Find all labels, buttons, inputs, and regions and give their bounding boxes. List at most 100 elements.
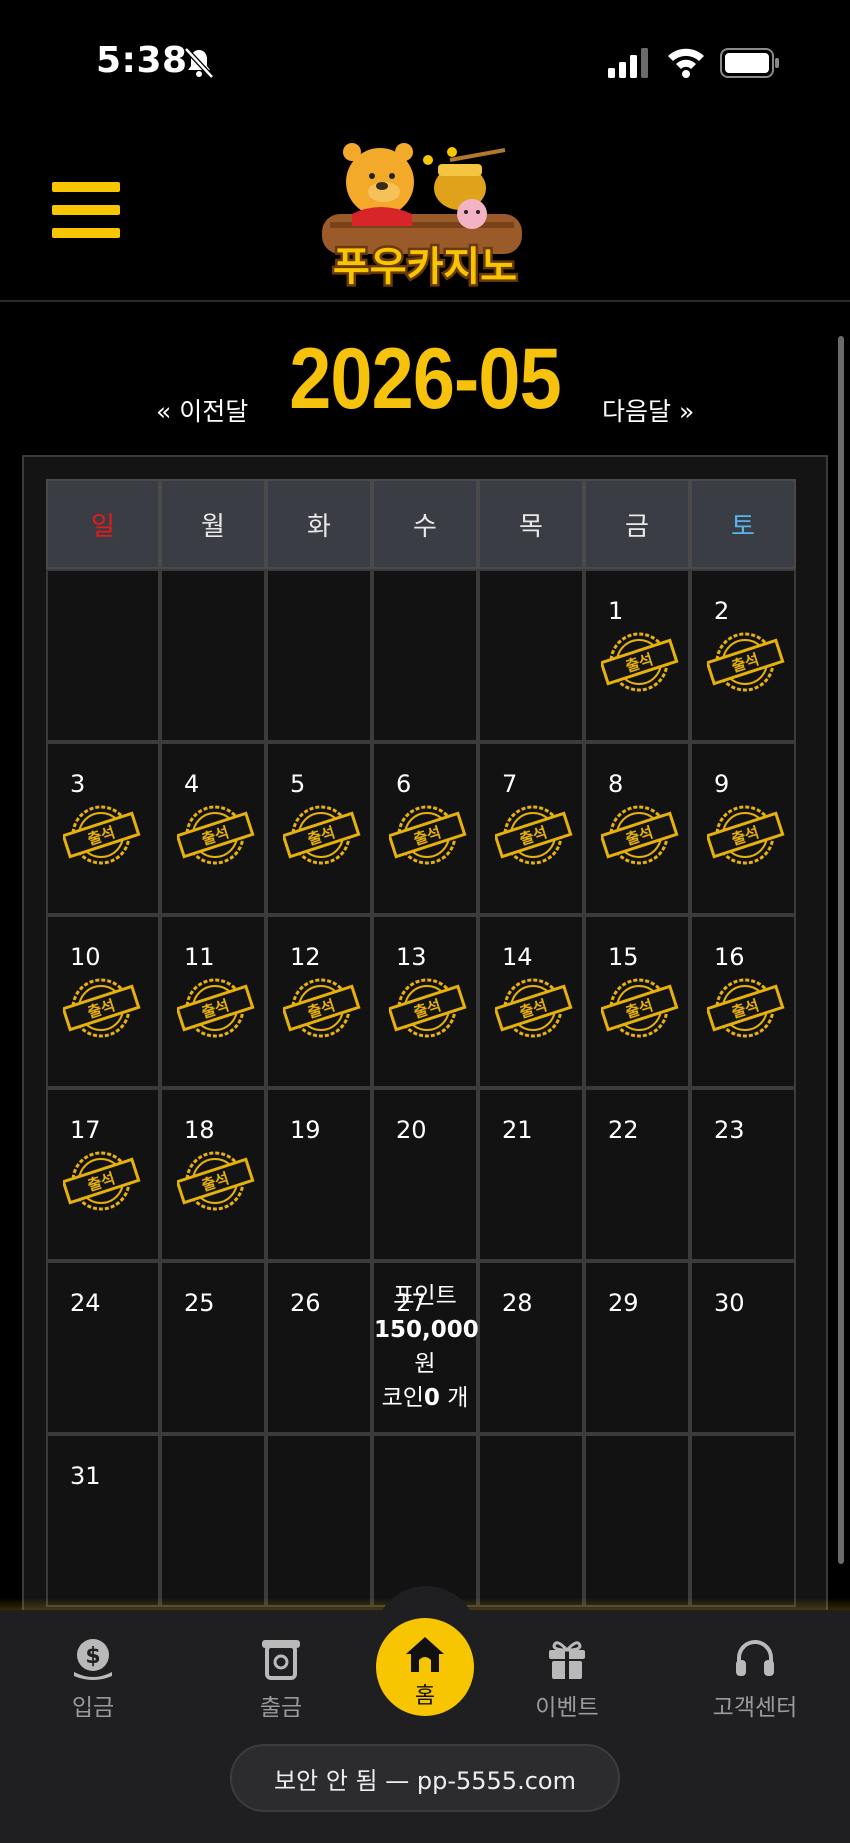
calendar-day-cell[interactable]: 27 포인트 150,000 원 코인0 개 (372, 1261, 479, 1434)
status-bar: 5:38 (0, 0, 850, 120)
calendar-grid: 일 월 화 수 목 금 토 1 출석 2 출석 3 출석 4 출석 5 출석 6 출석 7 출석 8 출석 9 출… (46, 479, 806, 1607)
calendar-week-row: 31 (46, 1434, 806, 1607)
attendance-stamp-icon: 출석 (707, 632, 785, 692)
calendar-day-cell[interactable]: 1 출석 (584, 569, 690, 742)
prev-month-link[interactable]: « 이전달 (156, 392, 248, 428)
day-number: 5 (290, 770, 306, 798)
calendar-day-cell[interactable]: 18 출석 (160, 1088, 266, 1261)
cellular-signal-icon (608, 48, 648, 78)
calendar-day-cell[interactable]: 28 (478, 1261, 584, 1434)
attendance-stamp-icon: 출석 (389, 805, 467, 865)
day-number: 8 (608, 770, 624, 798)
calendar-week-row: 3 출석 4 출석 5 출석 6 출석 7 출석 8 출석 9 출석 (46, 742, 806, 915)
calendar-day-cell[interactable]: 14 출석 (478, 915, 584, 1088)
calendar-day-cell[interactable]: 25 (160, 1261, 266, 1434)
nav-event[interactable]: 이벤트 (502, 1624, 632, 1722)
nav-deposit[interactable]: $ 입금 (28, 1624, 158, 1722)
weekday-fri: 금 (584, 479, 690, 569)
calendar-day-cell[interactable]: 8 출석 (584, 742, 690, 915)
app-header: 푸우카지노 (0, 120, 850, 302)
calendar-day-cell[interactable]: 15 출석 (584, 915, 690, 1088)
calendar-day-cell[interactable]: 4 출석 (160, 742, 266, 915)
nav-withdraw[interactable]: 출금 (216, 1624, 346, 1722)
calendar-day-cell[interactable]: 16 출석 (690, 915, 796, 1088)
day-number: 7 (502, 770, 518, 798)
calendar-day-cell[interactable]: 3 출석 (46, 742, 160, 915)
calendar-empty-cell (46, 569, 160, 742)
attendance-stamp-icon: 출석 (283, 805, 361, 865)
day-number: 31 (70, 1462, 101, 1490)
day-number: 17 (70, 1116, 101, 1144)
calendar-day-cell[interactable]: 7 출석 (478, 742, 584, 915)
month-title: 2026-05 (289, 331, 561, 427)
nav-event-label: 이벤트 (535, 1695, 599, 1721)
point-label: 포인트 (393, 1283, 457, 1309)
day-number: 19 (290, 1116, 321, 1144)
nav-home-button[interactable]: 홈 (376, 1618, 474, 1716)
calendar-day-cell[interactable]: 9 출석 (690, 742, 796, 915)
weekday-sat: 토 (690, 479, 796, 569)
deposit-icon: $ (74, 1639, 112, 1680)
calendar-day-cell[interactable]: 2 출석 (690, 569, 796, 742)
headset-icon (736, 1640, 774, 1676)
attendance-stamp-icon: 출석 (177, 805, 255, 865)
nav-withdraw-label: 출금 (259, 1695, 303, 1721)
page-scrollbar[interactable] (838, 336, 844, 1564)
nav-support-label: 고객센터 (712, 1695, 798, 1721)
calendar-day-cell[interactable]: 22 (584, 1088, 690, 1261)
weekday-thu: 목 (478, 479, 584, 569)
day-number: 3 (70, 770, 86, 798)
calendar-day-cell[interactable]: 13 출석 (372, 915, 478, 1088)
attendance-stamp-icon: 출석 (707, 978, 785, 1038)
day-number: 20 (396, 1116, 427, 1144)
nav-home-label: 홈 (414, 1684, 436, 1709)
day-number: 2 (714, 597, 730, 625)
calendar-day-cell[interactable]: 10 출석 (46, 915, 160, 1088)
calendar-day-cell[interactable]: 23 (690, 1088, 796, 1261)
calendar-day-cell[interactable]: 30 (690, 1261, 796, 1434)
calendar-day-cell[interactable]: 11 출석 (160, 915, 266, 1088)
next-month-link[interactable]: 다음달 » (602, 392, 694, 428)
weekday-header-row: 일 월 화 수 목 금 토 (46, 479, 806, 569)
status-time: 5:38 (96, 40, 188, 81)
calendar-day-cell[interactable]: 24 (46, 1261, 160, 1434)
calendar-day-cell[interactable]: 26 (266, 1261, 372, 1434)
calendar-empty-cell (372, 1434, 478, 1607)
nav-support[interactable]: 고객센터 (690, 1624, 820, 1722)
calendar-day-cell[interactable]: 31 (46, 1434, 160, 1607)
day-number: 16 (714, 943, 745, 971)
day-number: 1 (608, 597, 624, 625)
day-number: 4 (184, 770, 200, 798)
calendar-day-cell[interactable]: 6 출석 (372, 742, 478, 915)
calendar-day-cell[interactable]: 5 출석 (266, 742, 372, 915)
calendar-empty-cell (160, 569, 266, 742)
attendance-stamp-icon: 출석 (283, 978, 361, 1038)
calendar-day-cell[interactable]: 19 (266, 1088, 372, 1261)
withdraw-icon (262, 1640, 300, 1680)
calendar-empty-cell (266, 1434, 372, 1607)
calendar-week-row: 17 출석 18 출석 19 20 21 22 23 (46, 1088, 806, 1261)
calendar-empty-cell (690, 1434, 796, 1607)
calendar-day-cell[interactable]: 20 (372, 1088, 478, 1261)
day-number: 11 (184, 943, 215, 971)
calendar-day-cell[interactable]: 12 출석 (266, 915, 372, 1088)
nav-deposit-label: 입금 (71, 1695, 115, 1721)
day-number: 13 (396, 943, 427, 971)
day-number: 22 (608, 1116, 639, 1144)
browser-url-bar[interactable]: 보안 안 됨 — pp-5555.com (230, 1744, 620, 1812)
calendar-day-cell[interactable]: 17 출석 (46, 1088, 160, 1261)
attendance-stamp-icon: 출석 (389, 978, 467, 1038)
hamburger-menu-icon[interactable] (52, 182, 120, 238)
attendance-stamp-icon: 출석 (177, 978, 255, 1038)
home-icon (406, 1637, 444, 1672)
attendance-stamp-icon: 출석 (495, 805, 573, 865)
logo[interactable]: 푸우카지노 (300, 130, 550, 298)
wifi-icon (668, 48, 704, 78)
point-amount: 150,000 (374, 1317, 479, 1343)
calendar-day-cell[interactable]: 21 (478, 1088, 584, 1261)
calendar-empty-cell (160, 1434, 266, 1607)
battery-icon (720, 48, 779, 78)
day-number: 15 (608, 943, 639, 971)
calendar-day-cell[interactable]: 29 (584, 1261, 690, 1434)
weekday-mon: 월 (160, 479, 266, 569)
